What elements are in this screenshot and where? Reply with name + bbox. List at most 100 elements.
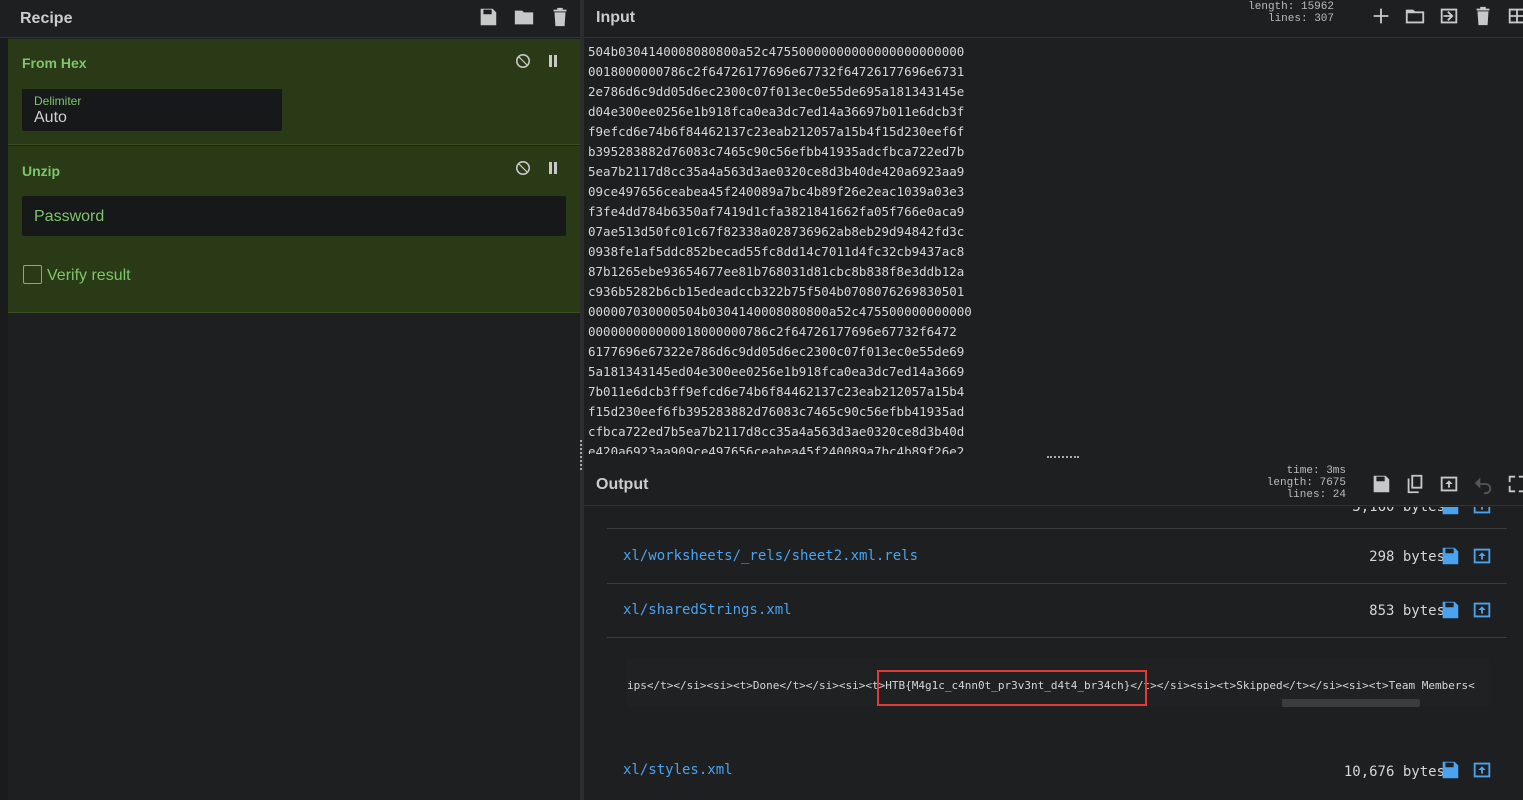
operation-controls bbox=[515, 53, 561, 74]
recipe-title: Recipe bbox=[20, 9, 73, 27]
input-line: c936b5282b6cb15edeadccb322b75f504b070807… bbox=[588, 284, 965, 299]
verify-result-label: Verify result bbox=[47, 267, 131, 284]
file-size: 853 bytes bbox=[1369, 603, 1445, 619]
replace-input-icon[interactable] bbox=[1438, 473, 1460, 500]
input-panel: Input length: 15962 lines: 307 504b03041… bbox=[584, 0, 1523, 456]
input-line: e420a6923aa909ce497656ceabea45f240089a7b… bbox=[588, 444, 965, 454]
open-icon[interactable] bbox=[1471, 599, 1493, 626]
operation-from-hex: From Hex Delimiter Auto bbox=[8, 39, 580, 145]
input-line: 000007030000504b0304140008080800a52c4755… bbox=[588, 304, 972, 319]
add-icon[interactable] bbox=[1370, 5, 1392, 32]
output-length-value: 7675 bbox=[1319, 477, 1346, 489]
save-icon[interactable] bbox=[1439, 545, 1461, 572]
output-time-label: time: bbox=[1286, 465, 1320, 477]
flag-highlight-box bbox=[877, 670, 1147, 706]
input-file-icon[interactable] bbox=[1438, 5, 1460, 32]
file-name[interactable]: xl/styles.xml bbox=[623, 762, 733, 778]
open-icon[interactable] bbox=[1471, 759, 1493, 786]
file-actions bbox=[1439, 507, 1493, 522]
password-field[interactable]: Password bbox=[22, 196, 566, 236]
input-textarea[interactable]: 504b0304140008080800a52c4755000000000000… bbox=[588, 42, 1518, 454]
save-icon[interactable] bbox=[1439, 759, 1461, 786]
input-length-label: length: bbox=[1248, 1, 1295, 13]
copy-icon[interactable] bbox=[1404, 473, 1426, 500]
input-line: 5a181343145ed04e300ee0256e1b918fca0ea3dc… bbox=[588, 364, 965, 379]
input-line: 2e786d6c9dd05d6ec2300c07f013ec0e55de695a… bbox=[588, 84, 965, 99]
recipe-panel: Recipe From Hex Delimiter Auto Unzip Pas… bbox=[0, 0, 580, 800]
input-line: cfbca722ed7b5ea7b2117d8cc35a4a563d3ae032… bbox=[588, 424, 965, 439]
delimiter-label: Delimiter bbox=[34, 94, 82, 108]
input-line: d04e300ee0256e1b918fca0ea3dc7ed14a36697b… bbox=[588, 104, 965, 119]
input-stats: length: 15962 lines: 307 bbox=[1244, 1, 1334, 25]
input-line: f3fe4dd784b6350af7419d1cfa3821841662fa05… bbox=[588, 204, 965, 219]
save-icon[interactable] bbox=[1439, 599, 1461, 626]
trash-icon[interactable] bbox=[549, 6, 571, 33]
input-line: 0938fe1af5ddc852becad55fc8dd14c7011d4fc3… bbox=[588, 244, 965, 259]
file-row[interactable]: xl/sharedStrings.xml 853 bytes bbox=[607, 584, 1507, 638]
recipe-header: Recipe bbox=[0, 0, 580, 38]
input-line: 0018000000786c2f64726177696e67732f647261… bbox=[588, 64, 965, 79]
file-name[interactable]: xl/sharedStrings.xml bbox=[623, 602, 792, 618]
input-lines-label: lines: bbox=[1267, 13, 1308, 25]
output-header: Output time: 3ms length: 7675 lines: 24 bbox=[584, 464, 1523, 506]
input-line: f15d230eef6fb395283882d76083c7465c90c56e… bbox=[588, 404, 965, 419]
undo-icon[interactable] bbox=[1472, 473, 1494, 500]
file-actions bbox=[1439, 545, 1493, 572]
operation-controls bbox=[515, 160, 561, 181]
file-name[interactable]: xl/worksheets/_rels/sheet2.xml.rels bbox=[623, 548, 918, 564]
input-header: Input length: 15962 lines: 307 bbox=[584, 0, 1523, 38]
save-icon[interactable] bbox=[1370, 473, 1392, 500]
password-placeholder: Password bbox=[34, 208, 105, 225]
file-row[interactable]: xl/worksheets/_rels/sheet2.xml.rels 298 … bbox=[607, 530, 1507, 584]
input-lines-value: 307 bbox=[1314, 13, 1334, 25]
input-line: f9efcd6e74b6f84462137c23eab212057a15b4f1… bbox=[588, 124, 965, 139]
io-divider[interactable] bbox=[584, 456, 1523, 464]
disable-icon[interactable] bbox=[515, 160, 531, 181]
input-line: 87b1265ebe93654677ee81b768031d81cbc8b838… bbox=[588, 264, 965, 279]
trash-icon[interactable] bbox=[1472, 5, 1494, 32]
recipe-header-actions bbox=[477, 6, 571, 33]
input-line: 09ce497656ceabea45f240089a7bc4b89f26e2ea… bbox=[588, 184, 965, 199]
output-actions bbox=[1370, 473, 1523, 500]
preview-scrollbar[interactable] bbox=[1282, 699, 1420, 707]
output-panel: Output time: 3ms length: 7675 lines: 24 … bbox=[584, 464, 1523, 800]
operation-name: Unzip bbox=[22, 163, 61, 179]
maximise-icon[interactable] bbox=[1506, 473, 1523, 500]
input-length-value: 15962 bbox=[1300, 1, 1334, 13]
output-title: Output bbox=[596, 476, 649, 493]
open-icon[interactable] bbox=[1471, 545, 1493, 572]
operation-name: From Hex bbox=[22, 55, 87, 71]
input-actions bbox=[1370, 5, 1523, 32]
file-size: 3,160 bytes bbox=[1352, 507, 1445, 515]
output-stats: time: 3ms length: 7675 lines: 24 bbox=[1234, 465, 1346, 501]
save-icon[interactable] bbox=[1439, 507, 1461, 522]
layout-icon[interactable] bbox=[1506, 5, 1523, 32]
recipe-left-gutter bbox=[0, 38, 8, 800]
input-line: 6177696e67322e786d6c9dd05d6ec2300c07f013… bbox=[588, 344, 965, 359]
folder-icon[interactable] bbox=[1404, 5, 1426, 32]
file-row-partial: 3,160 bytes bbox=[607, 507, 1507, 529]
delimiter-value: Auto bbox=[34, 109, 67, 126]
pause-icon[interactable] bbox=[545, 160, 561, 181]
input-line: 07ae513d50fc01c67f82338a028736962ab8eb29… bbox=[588, 224, 965, 239]
open-icon[interactable] bbox=[1471, 507, 1493, 522]
input-line: 000000000000018000000786c2f64726177696e6… bbox=[588, 324, 957, 339]
file-size: 298 bytes bbox=[1369, 549, 1445, 565]
output-length-label: length: bbox=[1266, 477, 1313, 489]
folder-icon[interactable] bbox=[513, 6, 535, 33]
file-row[interactable]: xl/styles.xml 10,676 bytes bbox=[607, 744, 1507, 798]
save-icon[interactable] bbox=[477, 6, 499, 33]
input-title: Input bbox=[596, 9, 636, 26]
output-lines-value: 24 bbox=[1332, 489, 1346, 501]
input-line: b395283882d76083c7465c90c56efbb41935adcf… bbox=[588, 144, 965, 159]
input-line: 5ea7b2117d8cc35a4a563d3ae0320ce8d3b40de4… bbox=[588, 164, 965, 179]
input-line: 504b0304140008080800a52c4755000000000000… bbox=[588, 44, 965, 59]
delimiter-field[interactable]: Delimiter Auto bbox=[22, 89, 282, 131]
pause-icon[interactable] bbox=[545, 53, 561, 74]
disable-icon[interactable] bbox=[515, 53, 531, 74]
io-divider-grip[interactable] bbox=[1047, 456, 1079, 459]
file-actions bbox=[1439, 759, 1493, 786]
output-lines-label: lines: bbox=[1286, 489, 1327, 501]
verify-result-checkbox[interactable] bbox=[23, 265, 42, 284]
file-size: 10,676 bytes bbox=[1343, 764, 1445, 780]
